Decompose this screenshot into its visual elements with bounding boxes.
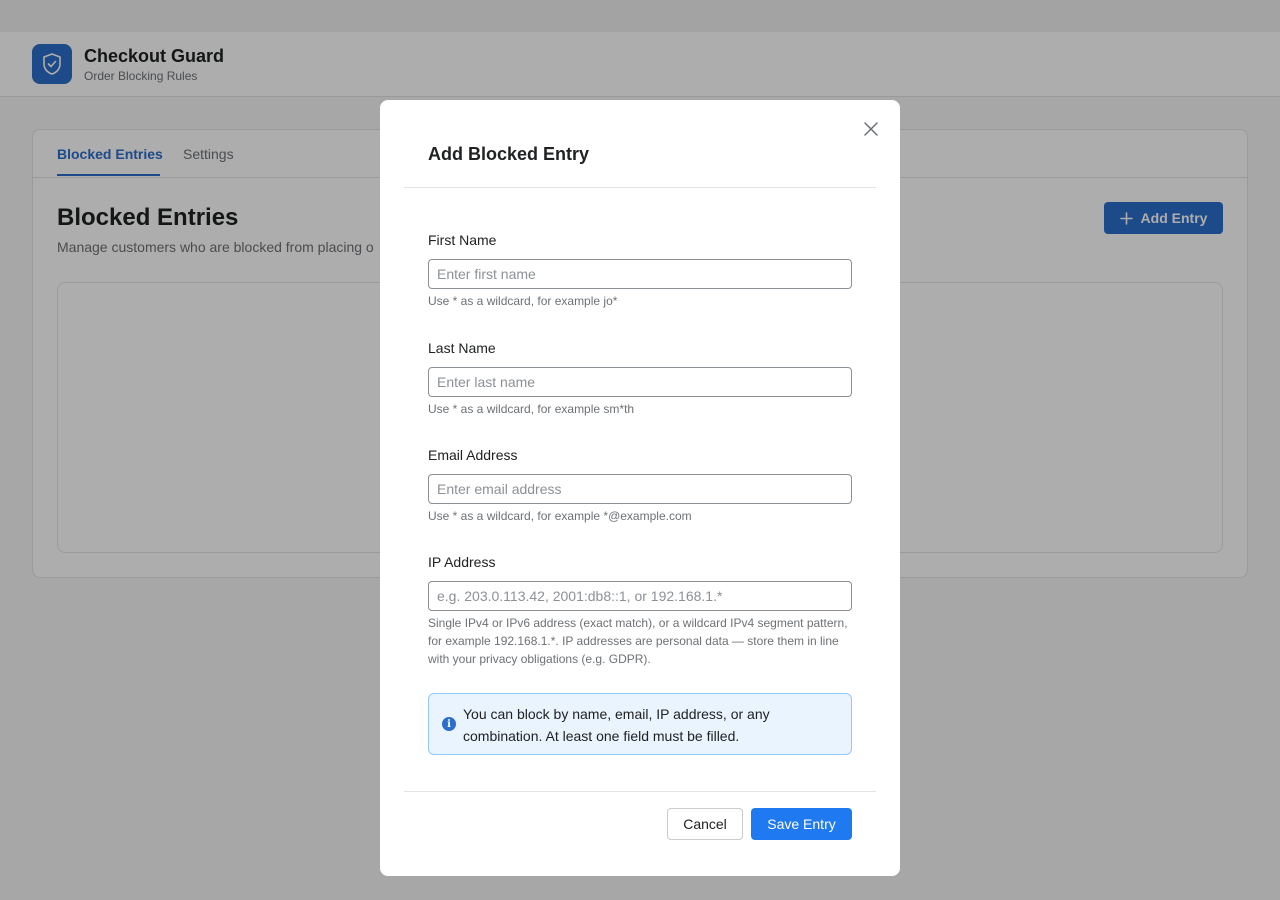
ip-address-help: Single IPv4 or IPv6 address (exact match… [428, 616, 848, 666]
last-name-help: Use * as a wildcard, for example sm*th [428, 402, 635, 416]
email-label: Email Address [428, 447, 518, 463]
cancel-button[interactable]: Cancel [667, 808, 743, 840]
first-name-input[interactable] [428, 259, 852, 289]
info-icon: i [442, 717, 456, 731]
last-name-label: Last Name [428, 340, 496, 356]
info-text: You can block by name, email, IP address… [463, 706, 770, 744]
email-input[interactable] [428, 474, 852, 504]
ip-address-input[interactable] [428, 581, 852, 611]
email-help: Use * as a wildcard, for example *@examp… [428, 509, 692, 523]
modal-title: Add Blocked Entry [428, 144, 590, 164]
first-name-help: Use * as a wildcard, for example jo* [428, 294, 618, 308]
ip-address-label: IP Address [428, 554, 496, 570]
close-icon[interactable] [860, 118, 882, 140]
info-banner: i You can block by name, email, IP addre… [428, 693, 852, 755]
add-entry-modal: Add Blocked Entry First Name Use * as a … [380, 100, 900, 876]
modal-footer-divider [404, 791, 876, 792]
last-name-input[interactable] [428, 367, 852, 397]
save-entry-button[interactable]: Save Entry [751, 808, 852, 840]
modal-header-divider [404, 187, 876, 188]
first-name-label: First Name [428, 232, 497, 248]
